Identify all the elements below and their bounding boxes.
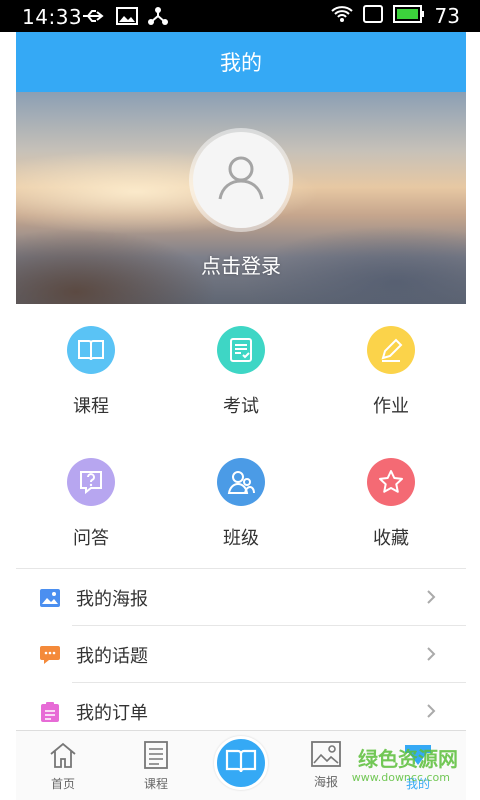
tab-label: 海报 (313, 775, 338, 789)
list-icon (144, 741, 168, 773)
status-time: 14:33 (22, 5, 83, 29)
login-link[interactable]: 点击登录 (16, 250, 466, 279)
list-label: 我的订单 (76, 702, 148, 724)
menu-list: 我的海报 我的话题 我的订单 (16, 568, 466, 740)
tab-center-button[interactable] (214, 736, 268, 790)
grid-item-homework[interactable]: 作业 (316, 304, 466, 436)
avatar[interactable] (193, 132, 289, 228)
battery-level: 73 (434, 4, 460, 28)
page-title: 我的 (220, 51, 262, 75)
grid-label: 班级 (223, 528, 259, 549)
topic-icon (40, 645, 60, 665)
list-label: 我的海报 (76, 588, 148, 610)
page-header: 我的 (16, 32, 466, 92)
question-icon (67, 458, 115, 506)
pencil-icon (367, 326, 415, 374)
home-icon (48, 741, 78, 773)
tab-label: 首页 (50, 777, 75, 791)
grid-label: 考试 (223, 396, 259, 417)
list-item-poster[interactable]: 我的海报 (16, 569, 466, 626)
grid-label: 收藏 (373, 528, 409, 549)
sim-icon (362, 5, 383, 27)
list-label: 我的话题 (76, 645, 148, 667)
grid-label: 问答 (73, 528, 109, 549)
chevron-right-icon (426, 703, 436, 723)
grid-item-qa[interactable]: 问答 (16, 436, 166, 568)
grid-label: 作业 (373, 396, 409, 417)
open-book-icon (225, 748, 257, 778)
grid-item-exam[interactable]: 考试 (166, 304, 316, 436)
chevron-right-icon (426, 646, 436, 666)
book-icon (67, 326, 115, 374)
grid-item-course[interactable]: 课程 (16, 304, 166, 436)
usb-icon (82, 8, 106, 28)
user-icon (214, 151, 268, 209)
poster-icon (40, 588, 60, 608)
star-icon (367, 458, 415, 506)
avatar-button[interactable] (189, 128, 293, 232)
wifi-icon (330, 5, 353, 27)
tab-course[interactable]: 课程 (111, 731, 201, 800)
tab-home[interactable]: 首页 (18, 731, 108, 800)
grid-item-favorite[interactable]: 收藏 (316, 436, 466, 568)
watermark-url: www.downcc.com (351, 771, 450, 784)
feature-grid: 课程 考试 作业 问答 班级 收藏 (16, 304, 466, 568)
users-icon (217, 458, 265, 506)
watermark: 绿色资源网 (358, 747, 458, 771)
picture-icon (311, 741, 341, 771)
battery-icon (392, 5, 425, 27)
grid-item-class[interactable]: 班级 (166, 436, 316, 568)
order-icon (40, 701, 60, 722)
checklist-icon (217, 326, 265, 374)
status-bar: 14:33 73 (0, 0, 480, 32)
grid-label: 课程 (73, 396, 109, 417)
app-screen: 我的 点击登录 课程 考试 作业 问答 班级 收藏 我的海报 我的话题 我的订单… (16, 32, 466, 800)
share-icon (148, 6, 168, 30)
list-item-topic[interactable]: 我的话题 (16, 626, 466, 683)
chevron-right-icon (426, 589, 436, 609)
image-icon (116, 7, 138, 29)
tab-label: 课程 (143, 777, 168, 791)
profile-banner: 点击登录 (16, 92, 466, 304)
